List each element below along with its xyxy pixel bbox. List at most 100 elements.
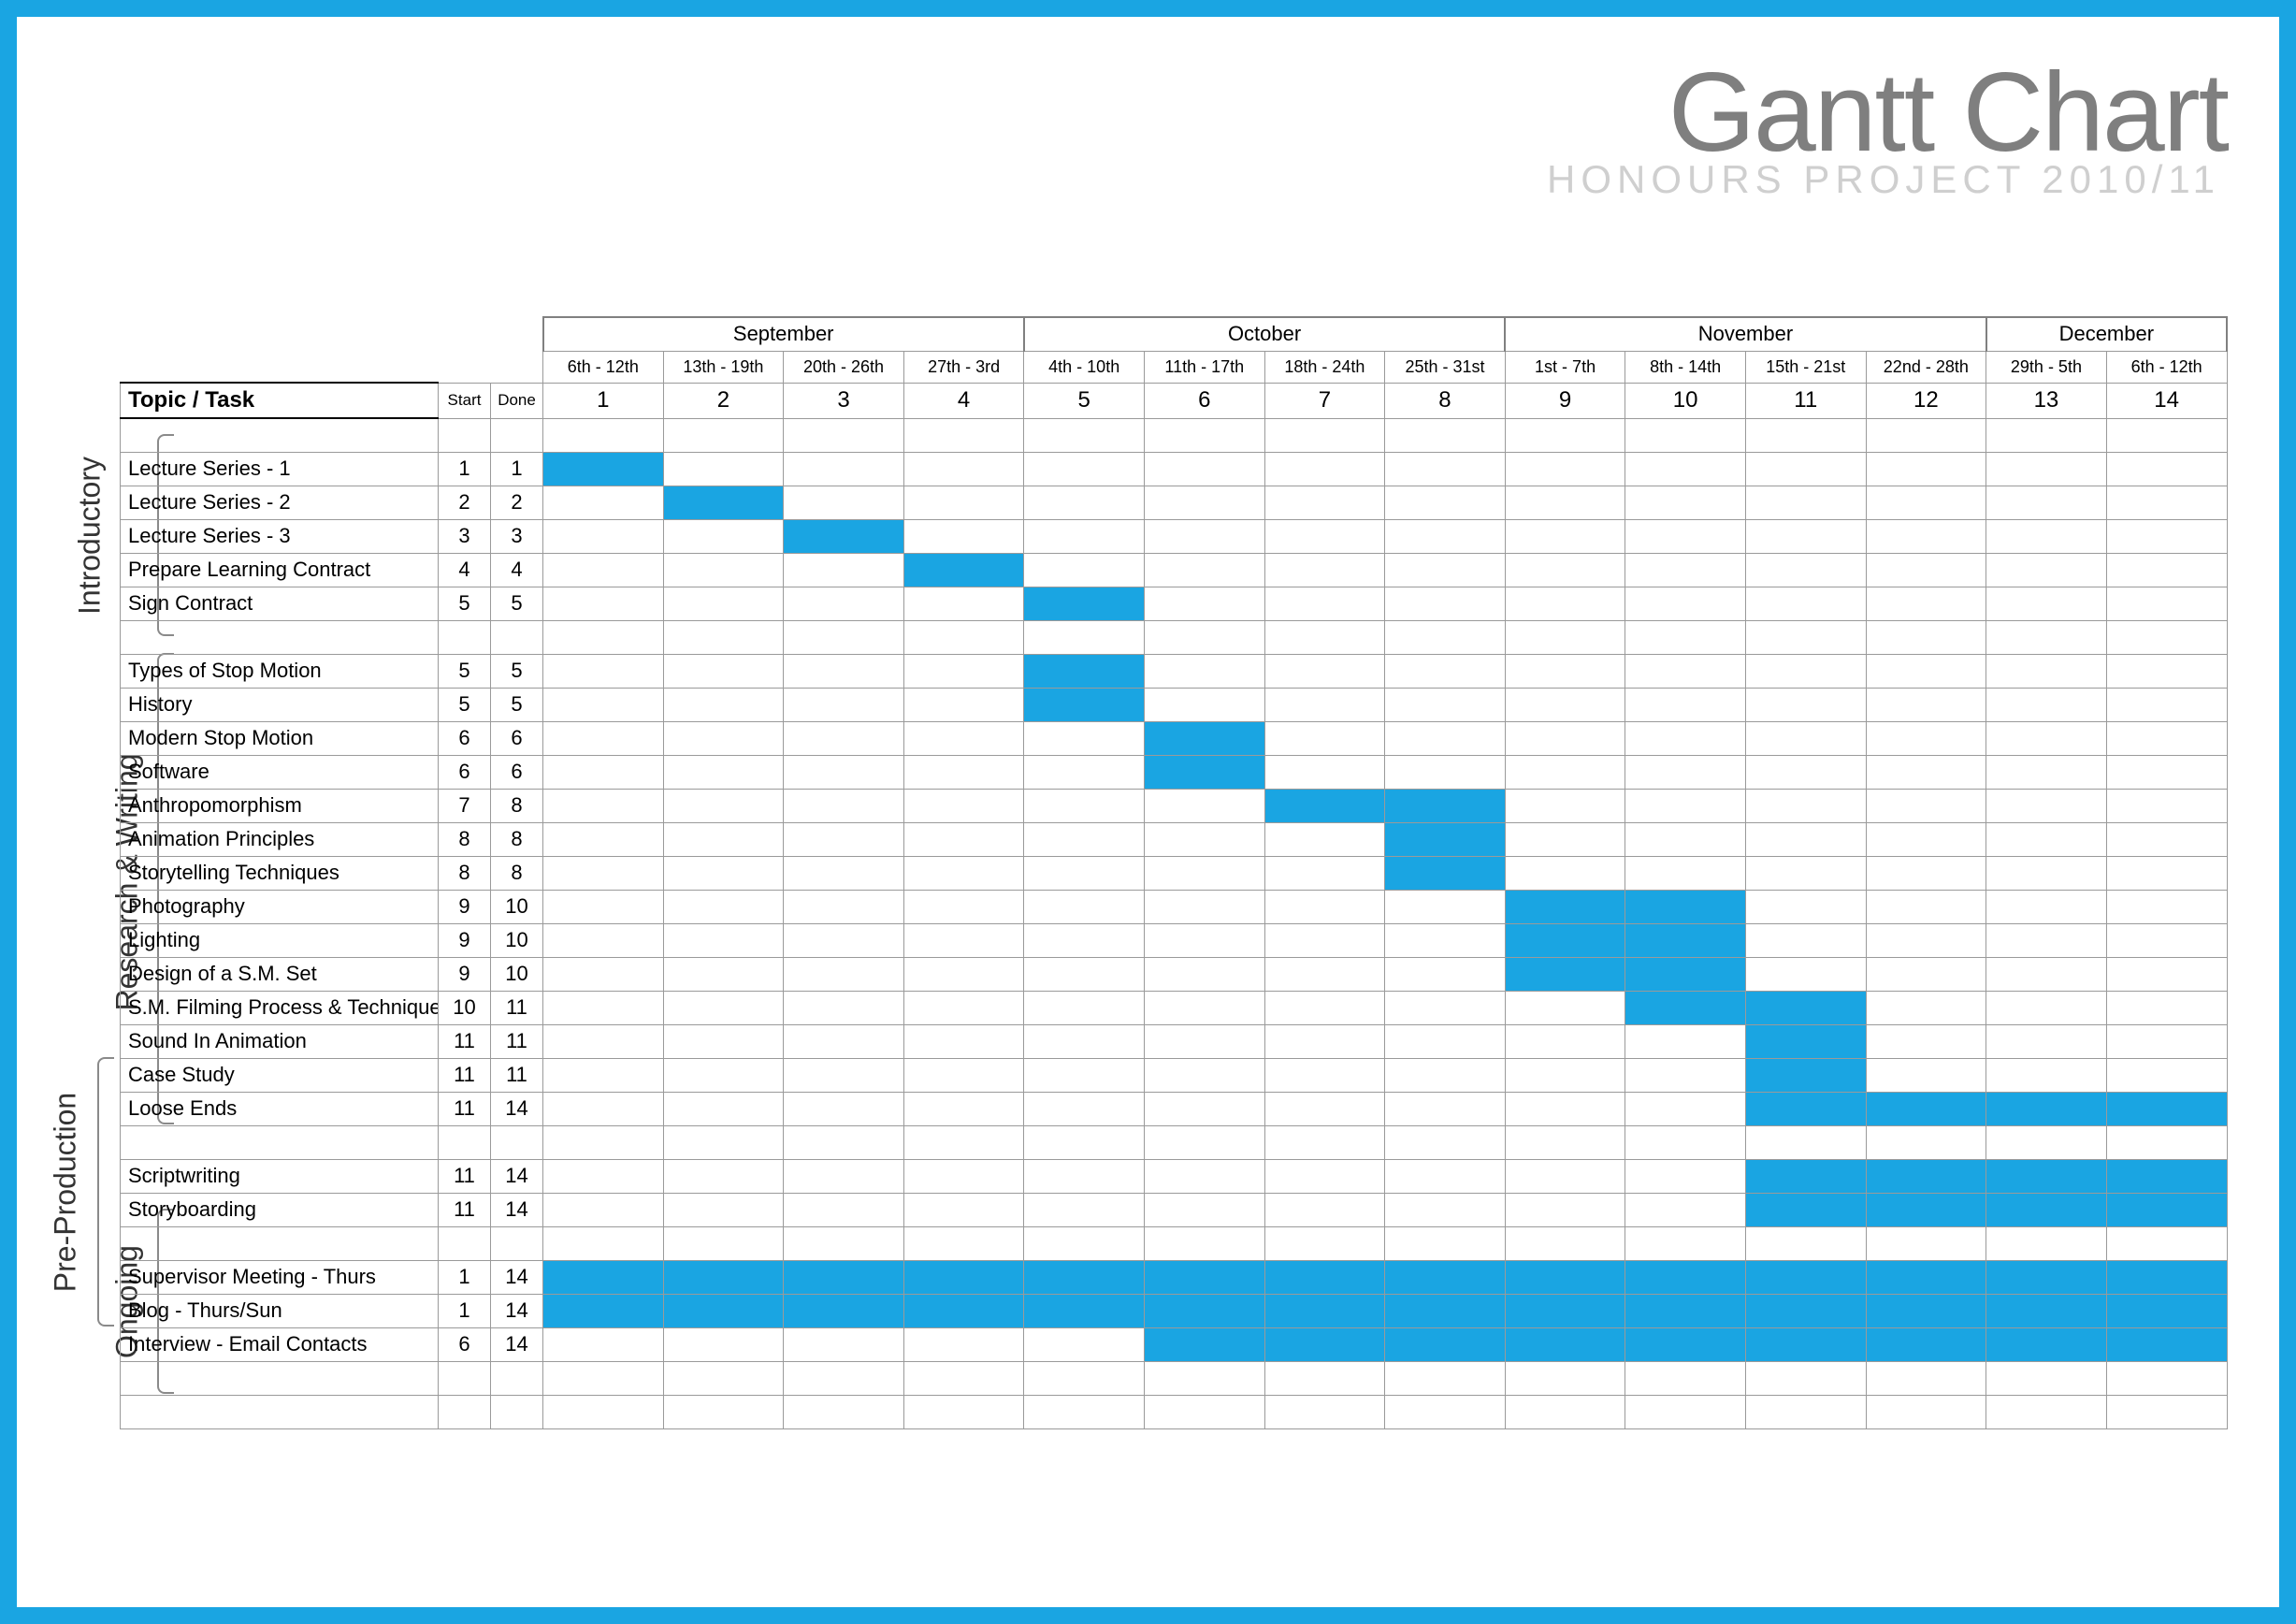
gantt-cell [784,452,904,486]
start-week-cell: 11 [439,1058,491,1092]
spacer-row [121,1226,2228,1260]
gantt-cell [1745,957,1866,991]
start-header: Start [439,383,491,418]
gantt-cell [663,755,784,789]
gantt-cell [1385,1395,1506,1428]
gantt-cell [784,991,904,1024]
done-week-cell: 14 [491,1294,543,1327]
gantt-cell [903,486,1024,519]
gantt-cell [1024,654,1145,688]
gantt-cell [1745,553,1866,587]
gantt-cell [784,755,904,789]
gantt-cell [903,418,1024,452]
gantt-cell [784,688,904,721]
gantt-cell [1024,1125,1145,1159]
task-name-cell: Loose Ends [121,1092,439,1125]
gantt-cell [1505,553,1625,587]
task-name-cell [121,620,439,654]
gantt-cell [2106,1159,2227,1193]
gantt-cell [1385,1294,1506,1327]
task-name-cell: Types of Stop Motion [121,654,439,688]
gantt-cell [1024,1260,1145,1294]
gantt-cell [2106,1327,2227,1361]
task-row: Storytelling Techniques88 [121,856,2228,890]
gantt-cell [1625,1125,1746,1159]
gantt-cell [903,1361,1024,1395]
gantt-cell [663,856,784,890]
task-row: History55 [121,688,2228,721]
gantt-cell [784,1294,904,1327]
gantt-cell [903,789,1024,822]
task-row: Types of Stop Motion55 [121,654,2228,688]
gantt-cell [784,654,904,688]
gantt-cell [1625,587,1746,620]
gantt-cell [1866,452,1986,486]
gantt-cell [2106,587,2227,620]
gantt-cell [2106,418,2227,452]
week-number-cell: 12 [1866,383,1986,418]
gantt-cell [663,1159,784,1193]
date-range-cell: 29th - 5th [1986,351,2107,383]
gantt-cell [1986,991,2107,1024]
date-range-cell: 6th - 12th [2106,351,2227,383]
gantt-cell [543,418,664,452]
gantt-cell [1745,991,1866,1024]
gantt-cell [903,553,1024,587]
gantt-cell [1625,1193,1746,1226]
gantt-cell [1385,957,1506,991]
gantt-cell [903,822,1024,856]
gantt-cell [1264,991,1385,1024]
gantt-cell [1745,654,1866,688]
gantt-cell [1986,519,2107,553]
month-label: September [543,317,1024,351]
start-week-cell: 9 [439,890,491,923]
week-number-cell: 2 [663,383,784,418]
gantt-cell [903,1125,1024,1159]
start-week-cell: 11 [439,1024,491,1058]
start-week-cell [439,1226,491,1260]
gantt-cell [784,620,904,654]
gantt-cell [543,1125,664,1159]
gantt-cell [543,890,664,923]
start-week-cell: 10 [439,991,491,1024]
gantt-cell [1024,452,1145,486]
gantt-cell [1144,1226,1264,1260]
gantt-cell [903,957,1024,991]
gantt-cell [1505,1361,1625,1395]
task-name-cell [121,418,439,452]
gantt-cell [543,688,664,721]
gantt-cell [1986,856,2107,890]
gantt-cell [663,1395,784,1428]
gantt-cell [663,822,784,856]
done-week-cell: 11 [491,1024,543,1058]
gantt-cell [663,587,784,620]
gantt-cell [903,1260,1024,1294]
gantt-cell [543,755,664,789]
gantt-cell [543,452,664,486]
gantt-cell [663,553,784,587]
start-week-cell: 5 [439,654,491,688]
gantt-cell [1986,452,2107,486]
start-week-cell [439,620,491,654]
task-name-cell: Software [121,755,439,789]
week-number-cell: 4 [903,383,1024,418]
gantt-cell [1144,1327,1264,1361]
done-week-cell: 6 [491,721,543,755]
gantt-cell [2106,890,2227,923]
gantt-cell [784,957,904,991]
gantt-cell [903,1294,1024,1327]
gantt-cell [784,1361,904,1395]
task-name-cell: Anthropomorphism [121,789,439,822]
start-week-cell: 8 [439,822,491,856]
gantt-cell [1144,991,1264,1024]
task-name-cell: Blog - Thurs/Sun [121,1294,439,1327]
gantt-cell [903,856,1024,890]
gantt-cell [1505,1260,1625,1294]
task-name-cell: Case Study [121,1058,439,1092]
gantt-cell [1505,1058,1625,1092]
gantt-cell [1986,418,2107,452]
gantt-cell [1024,418,1145,452]
task-row: Lighting910 [121,923,2228,957]
gantt-cell [1024,1395,1145,1428]
gantt-cell [1866,620,1986,654]
